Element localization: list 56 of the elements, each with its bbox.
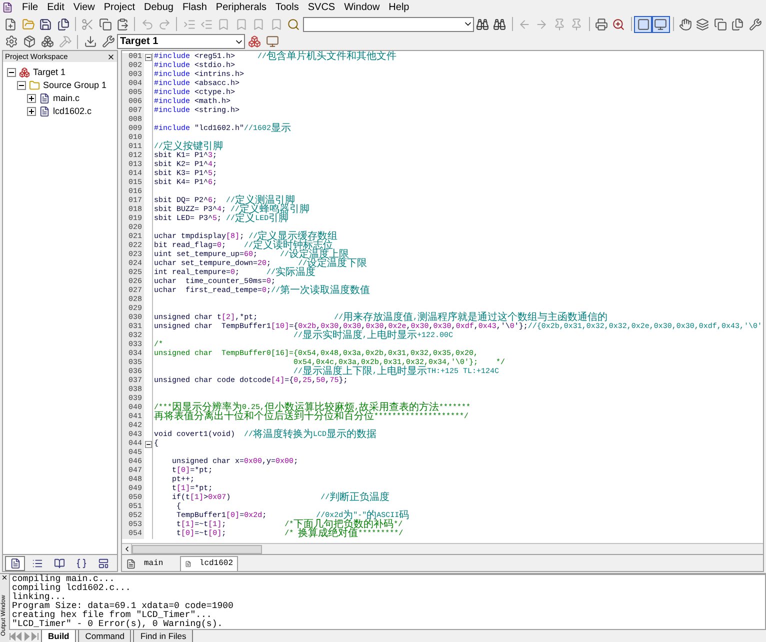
find-combobox[interactable] bbox=[302, 16, 474, 32]
menu-item[interactable]: View bbox=[73, 0, 95, 15]
copy-icon[interactable] bbox=[712, 16, 729, 32]
print-icon[interactable] bbox=[592, 16, 610, 32]
document-icon bbox=[126, 558, 136, 568]
menu-item[interactable]: Peripherals bbox=[216, 0, 266, 15]
menu-item[interactable]: Project bbox=[104, 0, 135, 15]
expand-icon[interactable] bbox=[27, 94, 36, 103]
tree-item[interactable]: Source Group 1 bbox=[43, 78, 107, 92]
output-tab[interactable]: Find in Files bbox=[133, 630, 194, 642]
output-line: "LCD_Timer" - 0 Error(s), 0 Warning(s). bbox=[12, 620, 224, 629]
menu-item[interactable]: Flash bbox=[182, 0, 207, 15]
output-line: Program Size: data=69.1 xdata=0 code=1900 bbox=[12, 602, 234, 611]
collapse-icon[interactable] bbox=[17, 81, 26, 90]
expand-icon[interactable] bbox=[27, 107, 36, 116]
output-line: creating hex file from "LCD_Timer"... bbox=[12, 611, 212, 620]
layers-icon[interactable] bbox=[694, 16, 712, 32]
boxes-icon bbox=[19, 67, 30, 78]
target-select[interactable]: Target 1 bbox=[117, 34, 245, 49]
workspace-tab[interactable] bbox=[5, 556, 25, 570]
app-icon bbox=[2, 2, 13, 13]
output-tab[interactable]: Build bbox=[41, 630, 76, 642]
menu-item[interactable]: Help bbox=[388, 0, 410, 15]
tree-item[interactable]: Target 1 bbox=[33, 66, 66, 80]
hand-icon[interactable] bbox=[676, 16, 694, 32]
file-icon bbox=[39, 106, 50, 117]
menu-item[interactable]: Edit bbox=[47, 0, 64, 15]
tab-scroll-arrows-icon bbox=[9, 632, 39, 641]
tree-item[interactable]: lcd1602.c bbox=[53, 104, 92, 118]
output-line: linking... bbox=[12, 593, 66, 602]
collapse-icon[interactable] bbox=[7, 68, 16, 77]
folder-icon bbox=[29, 80, 40, 91]
menu-item[interactable]: Tools bbox=[276, 0, 299, 15]
tree-item[interactable]: main.c bbox=[53, 92, 80, 106]
document-icon bbox=[185, 559, 192, 569]
close-icon[interactable] bbox=[1, 574, 8, 581]
document-icon bbox=[10, 558, 20, 568]
window-icon[interactable] bbox=[634, 16, 652, 32]
monitor-icon[interactable] bbox=[652, 16, 670, 32]
menu-item[interactable]: File bbox=[22, 0, 38, 15]
braces-icon bbox=[76, 558, 86, 568]
scrollbar-thumb[interactable] bbox=[132, 544, 262, 554]
close-icon[interactable] bbox=[107, 52, 115, 60]
file-tab[interactable]: lcd1602 bbox=[180, 556, 238, 571]
fold-icon[interactable] bbox=[144, 54, 152, 61]
output-line: compiling main.c... bbox=[12, 575, 115, 584]
menu-item[interactable]: Window bbox=[344, 0, 380, 15]
template-icon bbox=[98, 558, 108, 568]
book-icon bbox=[54, 558, 64, 568]
menu-item[interactable]: SVCS bbox=[308, 0, 336, 15]
output-tab[interactable]: Command bbox=[78, 630, 132, 642]
file-tab[interactable]: main bbox=[122, 556, 180, 571]
fold-icon[interactable] bbox=[144, 441, 152, 448]
file-icon bbox=[39, 93, 50, 104]
menu-item[interactable]: Debug bbox=[144, 0, 174, 15]
output-line: compiling lcd1602.c... bbox=[12, 584, 132, 593]
